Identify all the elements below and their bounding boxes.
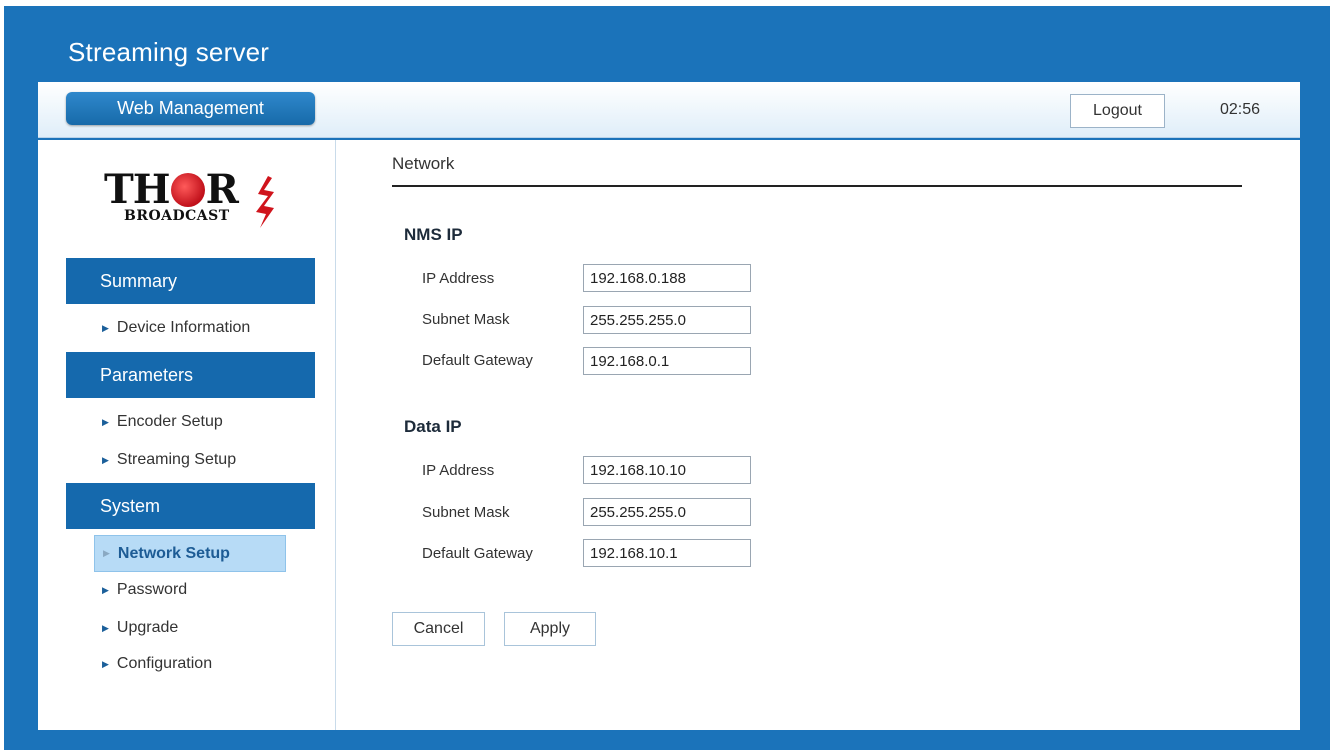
nms-subnet-mask-input[interactable] <box>583 306 751 334</box>
sidebar-section-system[interactable]: System <box>66 483 315 529</box>
logo-subtitle: BROADCAST <box>124 208 230 224</box>
globe-icon <box>170 173 205 207</box>
right-triangle-icon: ▶ <box>102 454 109 465</box>
right-triangle-icon: ▶ <box>103 548 110 558</box>
sidebar-item-encoder-setup[interactable]: ▶ Encoder Setup <box>94 407 286 437</box>
lightning-bolt-icon <box>256 176 274 228</box>
sidebar-item-label: Streaming Setup <box>116 451 237 468</box>
logout-button[interactable]: Logout <box>1070 94 1165 128</box>
sidebar-section-summary[interactable]: Summary <box>66 258 315 304</box>
nms-default-gateway-label: Default Gateway <box>422 352 533 369</box>
sidebar-item-network-setup[interactable]: ▶ Network Setup <box>94 535 286 572</box>
sidebar-item-password[interactable]: ▶ Password <box>94 575 286 605</box>
sidebar-item-label: Device Information <box>116 319 251 336</box>
toolbar: Web Management Logout 02:56 <box>38 82 1300 138</box>
sidebar-item-upgrade[interactable]: ▶ Upgrade <box>94 613 286 643</box>
clock: 02:56 <box>1220 101 1261 118</box>
content-area: TH R BROADCAST Summary ▶ Device Informati… <box>38 140 1300 730</box>
cancel-button[interactable]: Cancel <box>392 612 485 646</box>
data-ip-address-input[interactable] <box>583 456 751 484</box>
title-divider <box>392 185 1242 187</box>
sidebar-item-label: Upgrade <box>116 619 179 636</box>
sidebar-item-label: Configuration <box>116 655 213 672</box>
nms-ip-address-input[interactable] <box>583 264 751 292</box>
page-title: Network <box>392 154 455 173</box>
data-default-gateway-label: Default Gateway <box>422 545 533 562</box>
data-ip-address-label: IP Address <box>422 462 495 479</box>
right-triangle-icon: ▶ <box>102 416 109 427</box>
sidebar-item-streaming-setup[interactable]: ▶ Streaming Setup <box>94 445 286 475</box>
app-title: Streaming server <box>68 37 270 67</box>
data-ip-heading: Data IP <box>404 417 462 436</box>
nms-ip-heading: NMS IP <box>404 225 463 244</box>
sidebar-item-device-information[interactable]: ▶ Device Information <box>94 313 286 343</box>
right-triangle-icon: ▶ <box>102 322 109 333</box>
data-subnet-mask-input[interactable] <box>583 498 751 526</box>
logo-letters-after: R <box>205 166 239 213</box>
nms-subnet-mask-label: Subnet Mask <box>422 311 510 328</box>
logo-wordmark: TH R <box>104 166 239 213</box>
data-default-gateway-input[interactable] <box>583 539 751 567</box>
sidebar-item-label: Network Setup <box>117 544 230 562</box>
data-subnet-mask-label: Subnet Mask <box>422 504 510 521</box>
sidebar: TH R BROADCAST Summary ▶ Device Informati… <box>38 140 336 730</box>
sidebar-section-parameters[interactable]: Parameters <box>66 352 315 398</box>
sidebar-item-configuration[interactable]: ▶ Configuration <box>94 649 286 679</box>
right-triangle-icon: ▶ <box>102 584 109 595</box>
apply-button[interactable]: Apply <box>504 612 596 646</box>
sidebar-item-label: Encoder Setup <box>116 413 223 430</box>
right-triangle-icon: ▶ <box>102 622 109 633</box>
main-panel: Network NMS IP IP Address Subnet Mask De… <box>336 140 1300 730</box>
nms-ip-address-label: IP Address <box>422 270 495 287</box>
nms-default-gateway-input[interactable] <box>583 347 751 375</box>
logo-letters-before: TH <box>104 166 171 213</box>
right-triangle-icon: ▶ <box>102 658 109 669</box>
sidebar-item-label: Password <box>116 581 188 598</box>
web-management-button[interactable]: Web Management <box>66 92 315 125</box>
thor-broadcast-logo: TH R BROADCAST <box>104 168 284 230</box>
